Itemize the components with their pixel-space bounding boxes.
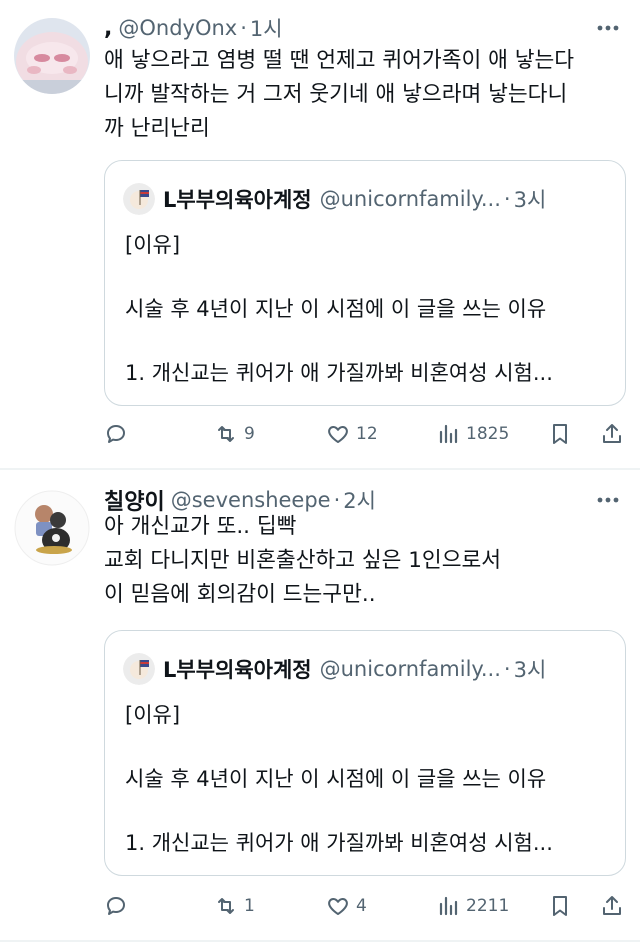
post-text-line: 아 개신교가 또.. 딥빡	[104, 514, 297, 539]
separator-dot: ·	[240, 16, 247, 40]
reply-icon	[107, 897, 125, 915]
views-icon	[439, 896, 458, 916]
post-text-line: 니까 발작하는 거 그저 웃기네 애 낳으라며 낳는다니	[104, 82, 568, 107]
post-header: , @OndyOnx · 1시	[104, 14, 283, 42]
post-text-line: 이 믿음에 회의감이 드는구만..	[104, 582, 376, 607]
view-count: 1825	[466, 424, 510, 444]
action-bar: 1 4 2211	[104, 888, 628, 924]
repost-button[interactable]: 1	[214, 888, 255, 924]
quoted-post[interactable]: L부부의육아계정 @unicornfamily... · 3시 [이유] 시술 …	[104, 160, 626, 406]
quoted-text-line: 1. 개신교는 퀴어가 애 가질까봐 비혼여성 시험...	[125, 831, 553, 855]
reply-button[interactable]	[104, 888, 128, 924]
display-name[interactable]: ,	[104, 16, 112, 41]
more-horizontal-icon[interactable]	[594, 14, 622, 42]
repost-icon	[218, 898, 234, 914]
quoted-display-name: L부부의육아계정	[163, 658, 312, 682]
post-text-line: 교회 다니지만 비혼출산하고 싶은 1인으로서	[104, 548, 502, 573]
repost-button[interactable]: 9	[214, 416, 255, 452]
separator-dot: ·	[503, 187, 511, 211]
quoted-display-name: L부부의육아계정	[163, 188, 312, 212]
repost-count: 1	[244, 896, 255, 916]
views-icon	[439, 424, 458, 444]
like-count: 12	[356, 424, 378, 444]
avatar[interactable]	[14, 18, 90, 94]
separator-dot: ·	[333, 488, 341, 512]
quoted-time: 3시	[513, 658, 547, 682]
quoted-text-line: 시술 후 4년이 지난 이 시점에 이 글을 쓰는 이유	[125, 767, 547, 791]
like-count: 4	[356, 896, 367, 916]
views-button[interactable]: 1825	[436, 416, 509, 452]
share-icon	[603, 896, 621, 915]
separator-dot: ·	[503, 657, 511, 681]
heart-icon	[328, 898, 348, 915]
user-handle[interactable]: @sevensheepe	[171, 488, 331, 512]
post-text: 애 낳으라고 염병 떨 땐 언제고 퀴어가족이 애 낳는다 니까 발작하는 거 …	[104, 44, 624, 146]
quoted-post-header: L부부의육아계정 @unicornfamily... · 3시	[123, 653, 546, 685]
view-count: 2211	[466, 896, 510, 916]
quoted-text-line: [이유]	[125, 703, 181, 727]
quoted-post-header: L부부의육아계정 @unicornfamily... · 3시	[123, 183, 546, 215]
quoted-post[interactable]: L부부의육아계정 @unicornfamily... · 3시 [이유] 시술 …	[104, 630, 626, 876]
repost-count: 9	[244, 424, 255, 444]
bookmark-button[interactable]	[548, 416, 572, 452]
reply-icon	[107, 425, 125, 443]
post[interactable]: 칠양이 @sevensheepe · 2시 아 개신교가 또.. 딥빡 교회 다…	[0, 470, 640, 940]
post-text-line: 애 낳으라고 염병 떨 땐 언제고 퀴어가족이 애 낳는다	[104, 48, 575, 73]
quoted-text-line: [이유]	[125, 233, 181, 257]
quoted-text-line: 시술 후 4년이 지난 이 시점에 이 글을 쓰는 이유	[125, 297, 547, 321]
share-button[interactable]	[600, 416, 624, 452]
bookmark-icon	[553, 896, 567, 916]
post-text-line: 까 난리난리	[104, 116, 210, 141]
views-button[interactable]: 2211	[436, 888, 509, 924]
avatar[interactable]	[14, 490, 90, 566]
like-button[interactable]: 4	[326, 888, 367, 924]
like-button[interactable]: 12	[326, 416, 378, 452]
bookmark-button[interactable]	[548, 888, 572, 924]
action-bar: 9 12 1825	[104, 416, 628, 452]
quoted-text-line: 1. 개신교는 퀴어가 애 가질까봐 비혼여성 시험...	[125, 361, 553, 385]
post[interactable]: , @OndyOnx · 1시 애 낳으라고 염병 떨 땐 언제고 퀴어가족이 …	[0, 0, 640, 468]
quoted-handle: @unicornfamily...	[319, 657, 501, 681]
heart-icon	[328, 426, 348, 443]
post-time[interactable]: 1시	[250, 13, 283, 43]
repost-icon	[218, 426, 234, 442]
share-button[interactable]	[600, 888, 624, 924]
quoted-avatar	[123, 183, 155, 215]
quoted-avatar	[123, 653, 155, 685]
post-text: 아 개신교가 또.. 딥빡 교회 다니지만 비혼출산하고 싶은 1인으로서 이 …	[104, 510, 624, 612]
post-divider	[0, 940, 640, 942]
share-icon	[603, 424, 621, 443]
reply-button[interactable]	[104, 416, 128, 452]
quoted-handle: @unicornfamily...	[319, 187, 501, 211]
bookmark-icon	[553, 424, 567, 444]
user-handle[interactable]: @OndyOnx	[118, 16, 237, 40]
quoted-time: 3시	[513, 188, 547, 212]
